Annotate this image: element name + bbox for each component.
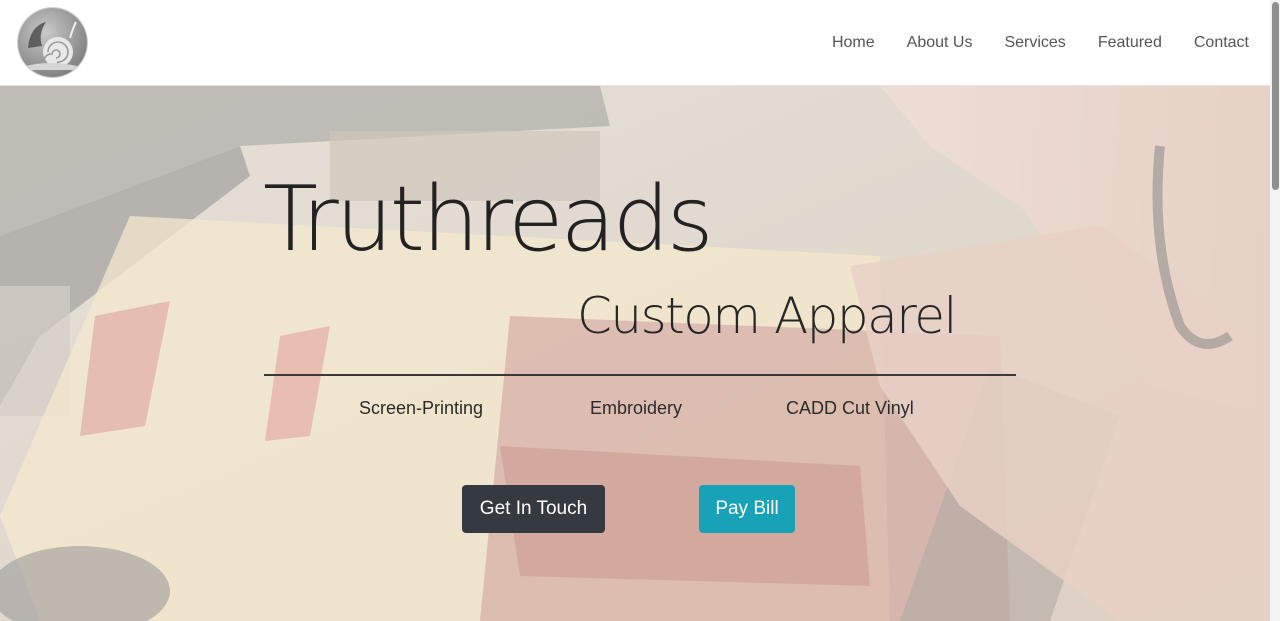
nav-link-home[interactable]: Home [832,33,875,53]
nav-link-contact[interactable]: Contact [1194,33,1249,53]
hero-divider [264,374,1016,376]
hero-section: Truthreads Custom Apparel Screen-Printin… [0,86,1270,621]
nav-links: Home About Us Services Featured Contact [832,33,1249,53]
service-cadd-cut-vinyl: CADD Cut Vinyl [786,398,914,418]
nav-link-featured[interactable]: Featured [1098,33,1162,53]
service-screen-printing: Screen-Printing [359,398,484,418]
logo[interactable] [18,8,87,77]
snail-logo-icon [18,8,87,77]
navbar: Home About Us Services Featured Contact [0,0,1270,86]
page-scrollbar[interactable] [1270,0,1280,621]
nav-link-services[interactable]: Services [1004,33,1065,53]
hero-subtitle: Custom Apparel [577,287,957,345]
pay-bill-button[interactable]: Pay Bill [699,485,795,533]
nav-link-about-us[interactable]: About Us [907,33,973,53]
scrollbar-thumb[interactable] [1272,2,1279,190]
services-list: Screen-Printing Embroidery CADD Cut Viny… [264,396,1016,420]
hero-title: Truthreads [263,167,714,272]
get-in-touch-button[interactable]: Get In Touch [462,485,605,533]
service-embroidery: Embroidery [590,398,683,418]
